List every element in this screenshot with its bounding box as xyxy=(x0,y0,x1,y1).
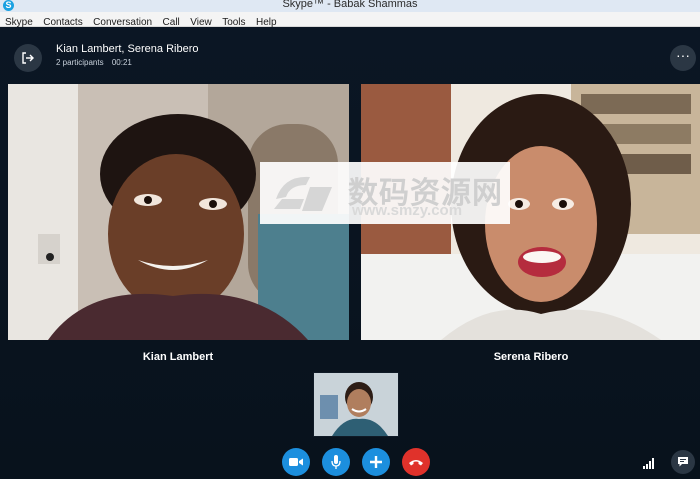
self-view-image xyxy=(314,373,398,436)
watermark-url: www.smzy.com xyxy=(352,202,463,219)
window-title: Skype™ - Babak Shammas xyxy=(282,0,418,10)
watermark: 数码资源网 www.smzy.com xyxy=(260,162,510,224)
plus-icon xyxy=(370,456,382,468)
microphone-icon xyxy=(331,455,341,469)
open-chat-button[interactable] xyxy=(671,450,695,474)
video-toggle-button[interactable] xyxy=(282,448,310,476)
exit-icon xyxy=(22,52,34,64)
conversation-title: Kian Lambert, Serena Ribero xyxy=(56,43,199,55)
watermark-logo xyxy=(274,176,332,211)
chat-icon xyxy=(678,457,688,467)
add-participant-button[interactable] xyxy=(362,448,390,476)
leave-call-view-button[interactable] xyxy=(14,44,42,72)
participants-count: 2 participants xyxy=(56,58,104,67)
call-status: 2 participants 00:21 xyxy=(56,58,138,67)
participant-name-kian: Kian Lambert xyxy=(142,351,214,363)
participant-name-serena: Serena Ribero xyxy=(493,351,569,363)
self-view-video[interactable] xyxy=(313,372,399,437)
end-call-icon xyxy=(409,460,423,466)
call-duration: 00:21 xyxy=(111,58,132,67)
menu-bar: Skype Contacts Conversation Call View To… xyxy=(0,12,700,28)
title-bar: S Skype™ - Babak Shammas xyxy=(0,0,700,12)
video-camera-icon xyxy=(289,458,303,466)
signal-strength-icon xyxy=(643,458,654,469)
more-options-button[interactable]: ··· xyxy=(670,45,696,71)
end-call-button[interactable] xyxy=(402,448,430,476)
mute-microphone-button[interactable] xyxy=(322,448,350,476)
